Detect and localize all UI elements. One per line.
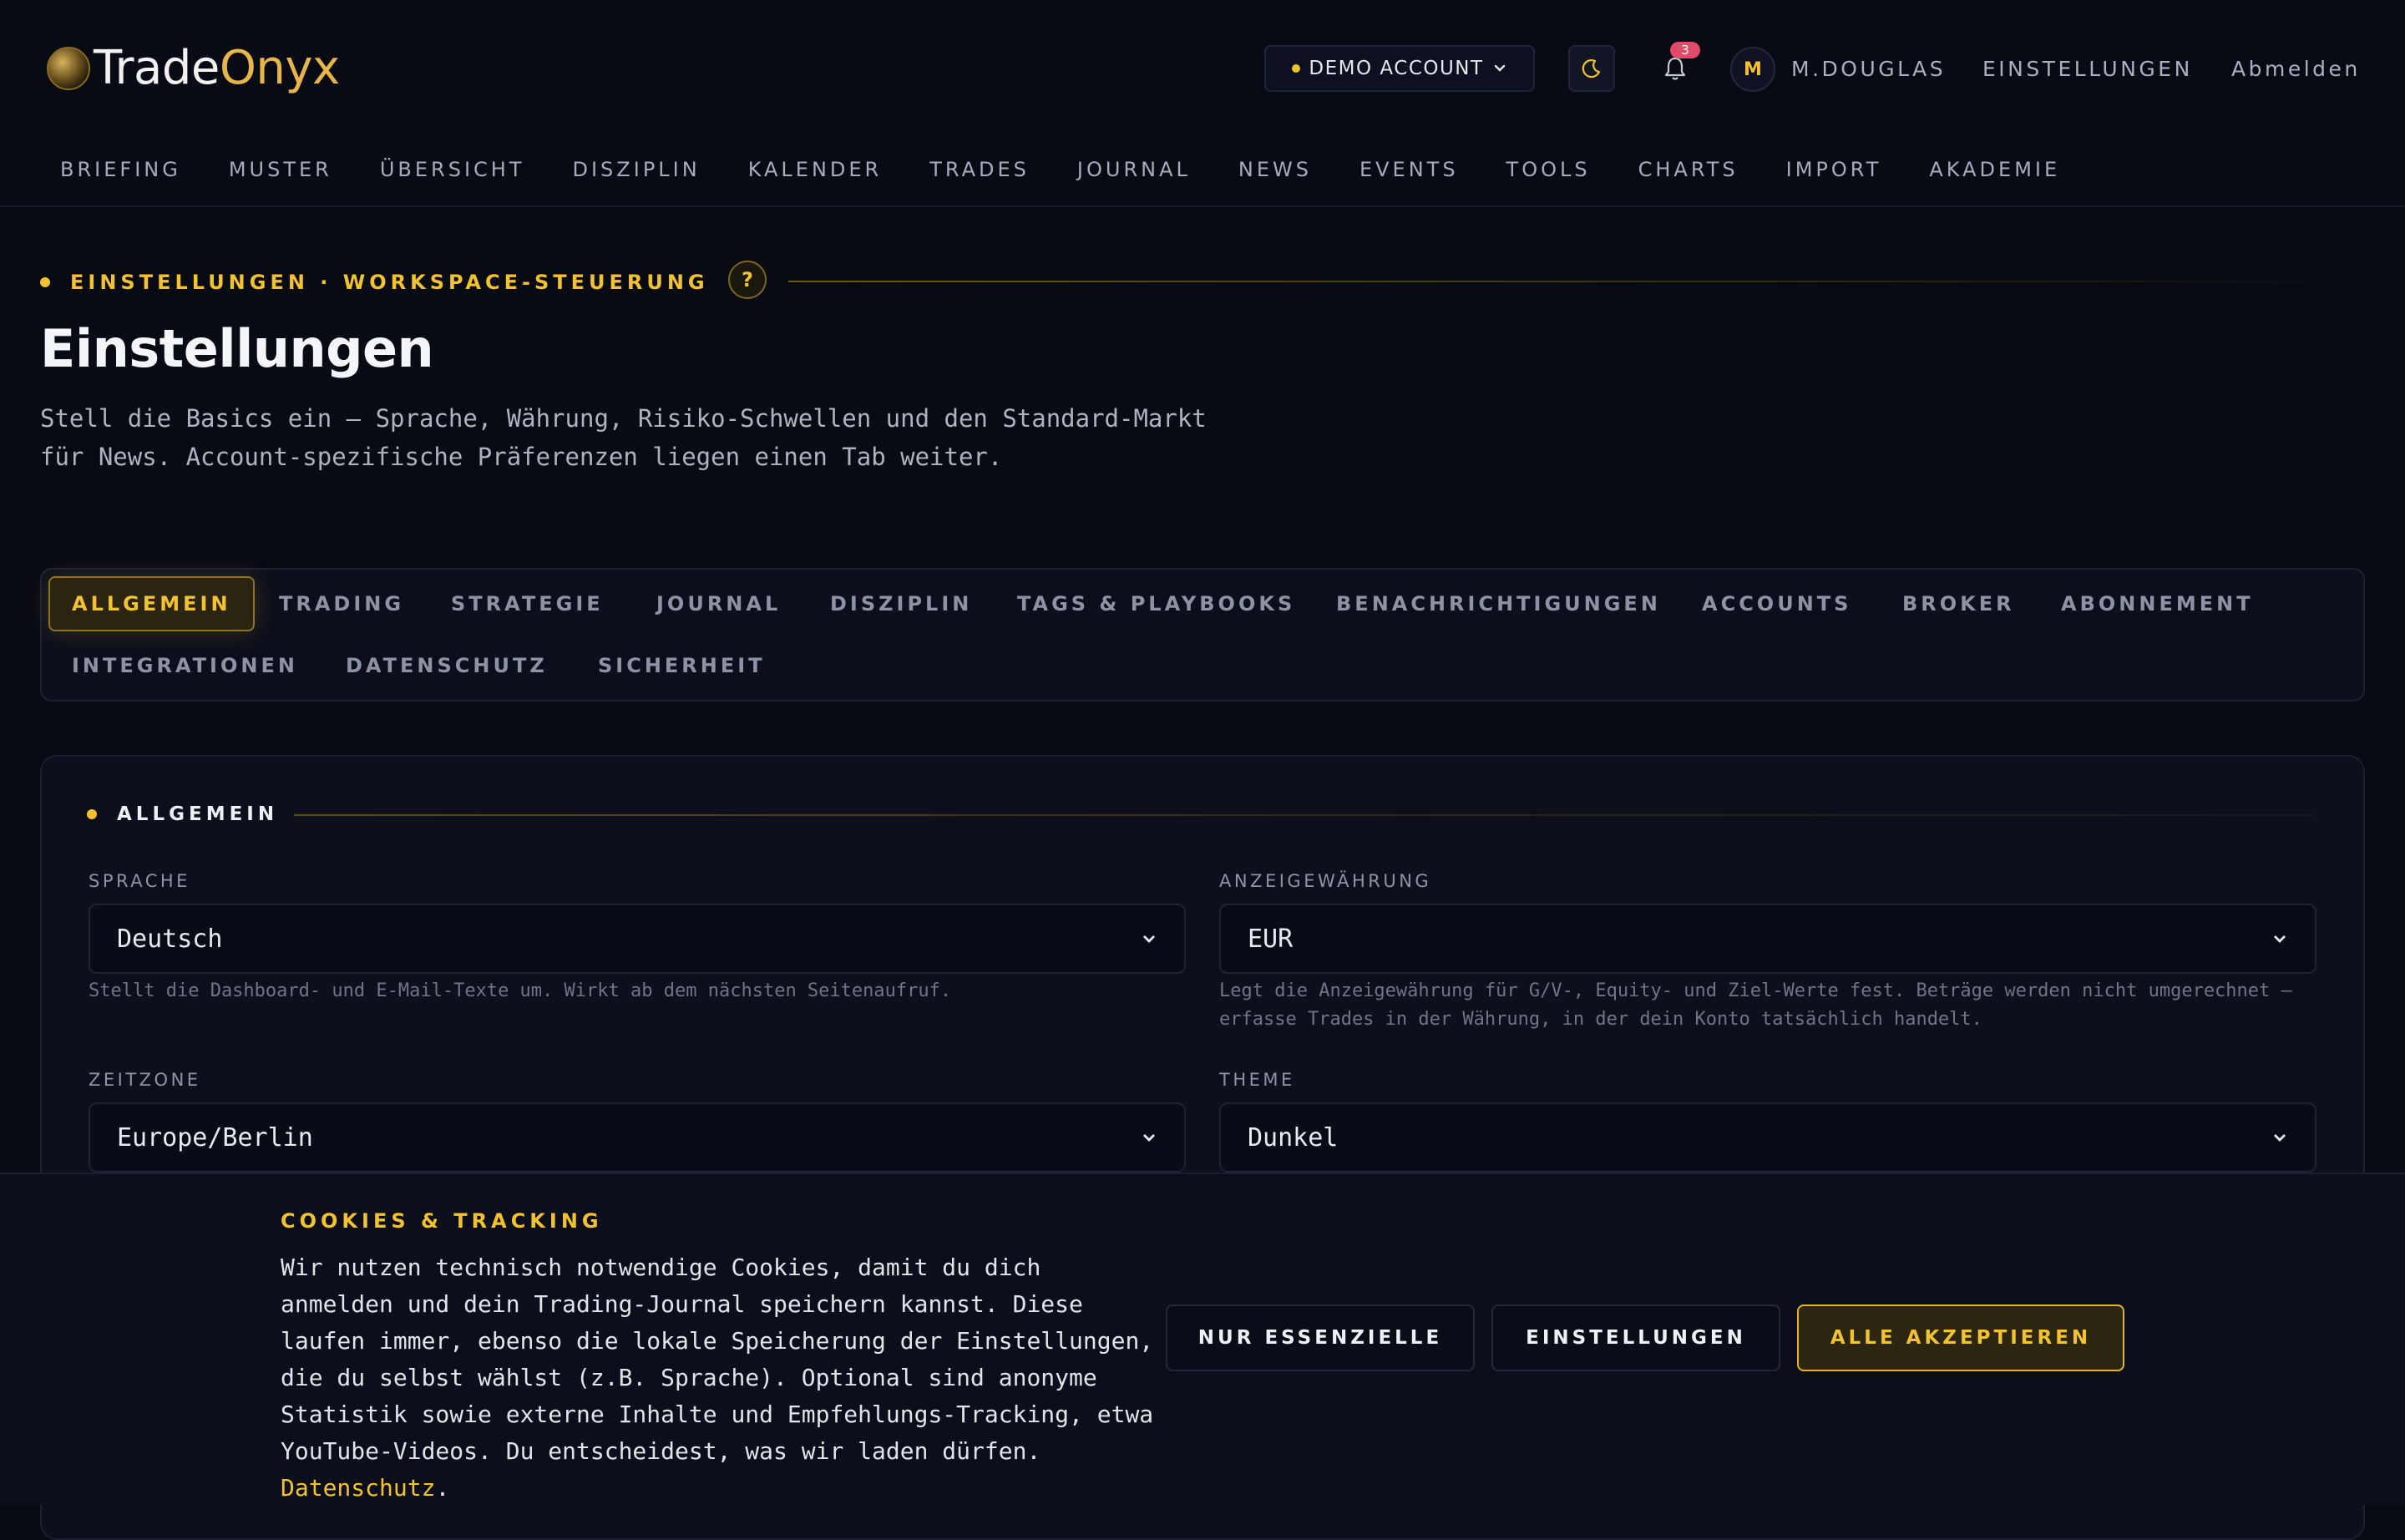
- tab-disziplin[interactable]: DISZIPLIN: [830, 591, 972, 616]
- language-select[interactable]: Deutsch: [89, 904, 1186, 974]
- page-description: Stell die Basics ein — Sprache, Währung,…: [40, 404, 1207, 471]
- currency-help: Legt die Anzeigewährung für G/V-, Equity…: [1219, 980, 2292, 1030]
- status-dot-icon: [1292, 64, 1301, 73]
- nav-item-kalender[interactable]: KALENDER: [748, 156, 883, 183]
- section-divider: [294, 814, 2315, 816]
- nav-item-uebersicht[interactable]: ÜBERSICHT: [380, 156, 525, 183]
- tab-strategie[interactable]: STRATEGIE: [451, 591, 604, 616]
- settings-tabs: ALLGEMEIN TRADING STRATEGIE JOURNAL DISZ…: [40, 568, 2365, 702]
- timezone-select[interactable]: Europe/Berlin: [89, 1102, 1186, 1173]
- section-header: ALLGEMEIN: [87, 803, 278, 825]
- chevron-down-icon: [1143, 935, 1155, 943]
- chevron-down-icon: [2274, 1134, 2286, 1142]
- section-dot-icon: [87, 809, 97, 819]
- logo-mark-icon: [47, 47, 90, 90]
- bell-icon: [1664, 57, 1686, 80]
- settings-link[interactable]: EINSTELLUNGEN: [1982, 57, 2193, 82]
- moon-icon: [1582, 59, 1601, 79]
- chevron-down-icon: [1143, 1134, 1155, 1142]
- tab-accounts[interactable]: ACCOUNTS: [1702, 591, 1851, 616]
- theme-label: THEME: [1219, 1070, 1295, 1090]
- tab-broker[interactable]: BROKER: [1902, 591, 2015, 616]
- currency-select[interactable]: EUR: [1219, 904, 2316, 974]
- nav-item-muster[interactable]: MUSTER: [229, 156, 332, 183]
- tab-trading[interactable]: TRADING: [279, 591, 404, 616]
- language-help: Stellt die Dashboard- und E-Mail-Texte u…: [89, 980, 952, 1001]
- tab-allgemein[interactable]: ALLGEMEIN: [48, 576, 255, 631]
- cookie-settings-button[interactable]: EINSTELLUNGEN: [1491, 1304, 1780, 1371]
- currency-select-value: EUR: [1248, 924, 1294, 954]
- nav-item-disziplin[interactable]: DISZIPLIN: [573, 156, 701, 183]
- brand-name-part2: Onyx: [219, 41, 340, 95]
- nav-item-journal[interactable]: JOURNAL: [1077, 156, 1191, 183]
- nav-item-charts[interactable]: CHARTS: [1638, 156, 1739, 183]
- chevron-down-icon: [2274, 935, 2286, 943]
- account-selector-label: DEMO ACCOUNT: [1309, 58, 1484, 79]
- theme-toggle-button[interactable]: [1568, 45, 1615, 92]
- nav-item-news[interactable]: NEWS: [1238, 156, 1312, 183]
- main-nav: BRIEFING MUSTER ÜBERSICHT DISZIPLIN KALE…: [60, 156, 2108, 183]
- page-title: Einstellungen: [40, 318, 434, 379]
- section-title: ALLGEMEIN: [117, 803, 279, 825]
- cookie-title: COOKIES & TRACKING: [281, 1209, 603, 1233]
- eyebrow-dot-icon: [40, 277, 50, 287]
- timezone-label: ZEITZONE: [89, 1070, 201, 1090]
- tab-datenschutz[interactable]: DATENSCHUTZ: [346, 653, 548, 678]
- accept-all-button[interactable]: ALLE AKZEPTIEREN: [1797, 1304, 2124, 1371]
- account-selector[interactable]: DEMO ACCOUNT: [1264, 45, 1535, 92]
- nav-divider: [0, 205, 2405, 207]
- tab-journal[interactable]: JOURNAL: [656, 591, 781, 616]
- privacy-link[interactable]: Datenschutz: [281, 1474, 435, 1502]
- nav-item-import[interactable]: IMPORT: [1786, 156, 1882, 183]
- cookie-body: Wir nutzen technisch notwendige Cookies,…: [281, 1254, 1154, 1465]
- nav-item-tools[interactable]: TOOLS: [1506, 156, 1591, 183]
- nav-item-briefing[interactable]: BRIEFING: [60, 156, 181, 183]
- tab-abonnement[interactable]: ABONNEMENT: [2061, 591, 2254, 616]
- theme-select-value: Dunkel: [1248, 1122, 1339, 1152]
- tab-sicherheit[interactable]: SICHERHEIT: [598, 653, 766, 678]
- cookie-text: Wir nutzen technisch notwendige Cookies,…: [281, 1249, 1166, 1507]
- brand-name-part1: Trade: [94, 41, 220, 95]
- theme-select[interactable]: Dunkel: [1219, 1102, 2316, 1173]
- timezone-select-value: Europe/Berlin: [117, 1122, 313, 1152]
- language-select-value: Deutsch: [117, 924, 223, 954]
- page-eyebrow: EINSTELLUNGEN · WORKSPACE-STEUERUNG: [40, 266, 709, 299]
- tab-benachrichtigungen[interactable]: BENACHRICHTIGUNGEN: [1336, 591, 1661, 616]
- logout-link[interactable]: Abmelden: [2231, 57, 2361, 82]
- notification-count-badge: 3: [1670, 42, 1700, 58]
- tab-integrationen[interactable]: INTEGRATIONEN: [72, 653, 298, 678]
- brand-logo[interactable]: TradeOnyx: [47, 43, 340, 94]
- eyebrow-text: EINSTELLUNGEN · WORKSPACE-STEUERUNG: [70, 271, 709, 294]
- help-button[interactable]: ?: [728, 261, 767, 299]
- language-label: SPRACHE: [89, 871, 190, 891]
- cookie-text-suffix: .: [435, 1474, 450, 1502]
- currency-label: ANZEIGEWÄHRUNG: [1219, 871, 1432, 891]
- nav-item-events[interactable]: EVENTS: [1359, 156, 1459, 183]
- essential-only-button[interactable]: NUR ESSENZIELLE: [1166, 1304, 1475, 1371]
- nav-item-trades[interactable]: TRADES: [929, 156, 1030, 183]
- avatar[interactable]: M: [1730, 47, 1775, 92]
- tab-tags-playbooks[interactable]: TAGS & PLAYBOOKS: [1017, 591, 1295, 616]
- nav-item-akademie[interactable]: AKADEMIE: [1929, 156, 2060, 183]
- chevron-down-icon: [1494, 64, 1505, 72]
- eyebrow-divider: [788, 281, 2367, 282]
- user-menu-link[interactable]: M.DOUGLAS: [1791, 57, 1946, 82]
